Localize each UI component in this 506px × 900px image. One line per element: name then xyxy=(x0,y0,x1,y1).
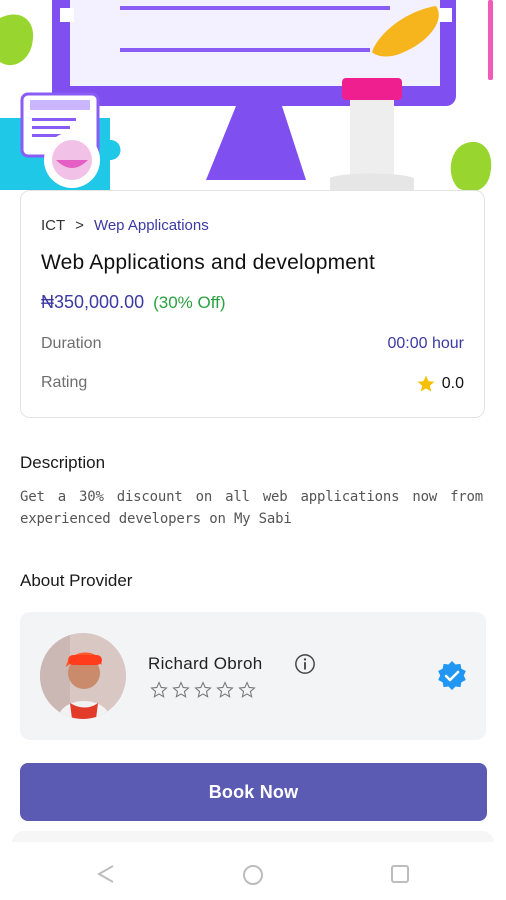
rating-value: 0.0 xyxy=(441,375,464,392)
discount-badge: (30% Off) xyxy=(153,293,226,312)
info-icon[interactable] xyxy=(294,653,316,675)
nav-back-icon[interactable] xyxy=(95,864,117,884)
price-row: ₦350,000.00 (30% Off) xyxy=(41,292,226,313)
nav-recents-icon[interactable] xyxy=(390,864,410,884)
star-outline-icon xyxy=(194,681,212,698)
provider-rating-stars xyxy=(150,681,256,699)
duration-value: 00:00 hour xyxy=(387,335,464,352)
description-heading: Description xyxy=(20,453,106,472)
system-nav-bar xyxy=(0,842,506,900)
star-icon xyxy=(417,375,435,392)
breadcrumb-separator: > xyxy=(75,217,84,234)
about-provider-heading: About Provider xyxy=(20,571,133,590)
duration-row: Duration 00:00 hour xyxy=(41,335,464,353)
avatar[interactable] xyxy=(40,633,126,719)
breadcrumb: ICT > Wep Applications xyxy=(41,217,209,234)
course-price: ₦350,000.00 xyxy=(41,292,145,312)
breadcrumb-subcategory[interactable]: Wep Applications xyxy=(94,217,209,234)
star-outline-icon xyxy=(172,681,190,698)
star-outline-icon xyxy=(150,681,168,698)
verified-badge-icon xyxy=(438,661,466,690)
provider-card[interactable]: Richard Obroh xyxy=(20,612,486,740)
description-text: Get a 30% discount on all web applicatio… xyxy=(20,489,483,527)
duration-label: Duration xyxy=(41,335,102,352)
rating-label: Rating xyxy=(41,374,88,391)
rating-value-group: 0.0 xyxy=(416,374,464,394)
star-outline-icon xyxy=(216,681,234,698)
course-info-card: ICT > Wep Applications Web Applications an… xyxy=(20,190,485,418)
nav-home-icon[interactable] xyxy=(242,864,264,886)
star-outline-icon xyxy=(238,681,256,698)
hero-illustration xyxy=(0,0,506,210)
course-title: Web Applications and development xyxy=(41,251,376,274)
rating-row: Rating 0.0 xyxy=(41,374,464,392)
provider-name: Richard Obroh xyxy=(148,654,263,673)
book-now-button[interactable]: Book Now xyxy=(20,763,487,821)
breadcrumb-category[interactable]: ICT xyxy=(41,217,65,234)
